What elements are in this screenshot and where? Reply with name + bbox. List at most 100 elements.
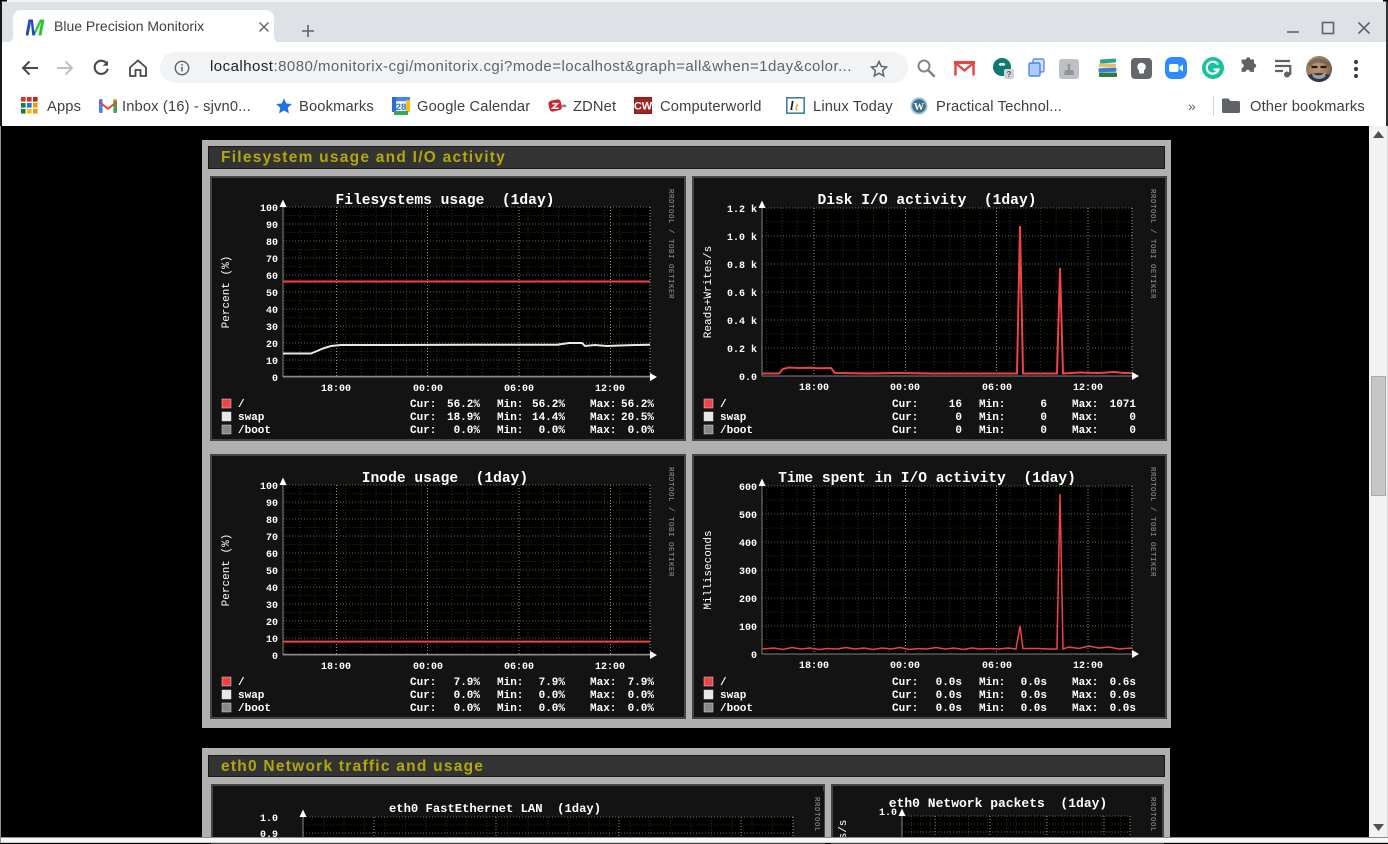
svg-text:Percent (%): Percent (%) [221, 256, 233, 329]
svg-text:0.4 k: 0.4 k [727, 316, 757, 328]
svg-text:0: 0 [751, 651, 757, 662]
svg-text:Cur:: Cur: [892, 690, 918, 702]
svg-text:1.0: 1.0 [260, 814, 278, 825]
svg-text:Max:: Max: [1072, 703, 1098, 714]
svg-text:6: 6 [1040, 399, 1047, 411]
svg-text:Cur:: Cur: [410, 399, 436, 411]
svg-text:06:00: 06:00 [504, 384, 534, 395]
svg-text:0: 0 [272, 652, 278, 663]
svg-text:20.5%: 20.5% [621, 412, 654, 424]
svg-text:Max:: Max: [1072, 412, 1098, 424]
svg-text:18:00: 18:00 [799, 383, 829, 394]
svg-text:Cur:: Cur: [892, 399, 918, 411]
svg-text:Time spent in I/O activity (1: Time spent in I/O activity (1day) [778, 471, 1076, 487]
svg-text:0.0s: 0.0s [1110, 703, 1136, 714]
svg-text:0.6s: 0.6s [1110, 677, 1136, 689]
svg-text:0.0%: 0.0% [628, 703, 655, 714]
svg-text:Cur:: Cur: [892, 677, 918, 689]
svg-text:Min:: Min: [979, 690, 1005, 702]
svg-text:0.0%: 0.0% [454, 690, 481, 702]
svg-text:06:00: 06:00 [982, 383, 1012, 394]
svg-text:90: 90 [266, 499, 278, 510]
svg-text:Max:: Max: [1072, 690, 1098, 702]
svg-text:Min:: Min: [979, 677, 1005, 689]
svg-text:l: l [790, 98, 794, 113]
svg-text:16: 16 [949, 399, 962, 411]
svg-text:0.0%: 0.0% [628, 425, 655, 436]
svg-text:/boot: /boot [238, 703, 271, 714]
svg-text:80: 80 [266, 238, 278, 249]
svg-text:400: 400 [739, 539, 757, 550]
svg-text:0.8 k: 0.8 k [727, 260, 757, 272]
svg-text:RRDTOOL / TOBI OETIKER: RRDTOOL / TOBI OETIKER [812, 797, 820, 839]
svg-text:Min:: Min: [497, 425, 523, 436]
svg-text:30: 30 [266, 323, 278, 334]
svg-text:M: M [26, 18, 45, 38]
svg-text:Min:: Min: [979, 412, 1005, 424]
svg-text:0.0s: 0.0s [1021, 703, 1047, 714]
svg-text:?: ? [1007, 70, 1012, 79]
svg-text:0.0%: 0.0% [539, 690, 566, 702]
svg-text:Cur:: Cur: [410, 677, 436, 689]
svg-text:20: 20 [266, 340, 278, 351]
svg-text:70: 70 [266, 533, 278, 544]
svg-text:40: 40 [266, 306, 278, 317]
svg-text:Max:: Max: [1072, 677, 1098, 689]
svg-text:0.6 k: 0.6 k [727, 288, 757, 300]
svg-text:1.0 k: 1.0 k [727, 232, 757, 244]
svg-text:0.0%: 0.0% [539, 703, 566, 714]
svg-text:Min:: Min: [979, 425, 1005, 436]
svg-text:00:00: 00:00 [890, 383, 920, 394]
svg-text:600: 600 [739, 483, 757, 494]
svg-text:Cur:: Cur: [892, 703, 918, 714]
svg-text:Min:: Min: [497, 399, 523, 411]
svg-text:0: 0 [1040, 425, 1047, 436]
svg-text:Percent (%): Percent (%) [221, 534, 233, 607]
svg-text:56.2%: 56.2% [447, 399, 480, 411]
svg-text:RRDTOOL / TOBI OETIKER: RRDTOOL / TOBI OETIKER [666, 189, 674, 299]
svg-text:14.4%: 14.4% [532, 412, 565, 424]
svg-text:0.0%: 0.0% [454, 703, 481, 714]
svg-text:300: 300 [739, 567, 757, 578]
svg-text:90: 90 [266, 221, 278, 232]
svg-text:0: 0 [272, 374, 278, 385]
svg-text:50: 50 [266, 567, 278, 578]
svg-text:18:00: 18:00 [321, 662, 351, 673]
svg-text:RRDTOOL / TOBI OETIKER: RRDTOOL / TOBI OETIKER [666, 467, 674, 577]
svg-text:500: 500 [739, 511, 757, 522]
svg-text:12:00: 12:00 [595, 384, 625, 395]
svg-text:/: / [238, 399, 245, 411]
svg-text:Cur:: Cur: [410, 690, 436, 702]
svg-text:30: 30 [266, 601, 278, 612]
svg-text:Min:: Min: [979, 399, 1005, 411]
svg-text:28: 28 [396, 102, 407, 113]
svg-text:swap: swap [720, 690, 747, 702]
svg-text:06:00: 06:00 [504, 662, 534, 673]
svg-text:/boot: /boot [238, 425, 271, 436]
svg-text:12:00: 12:00 [1073, 661, 1103, 672]
svg-text:Cur:: Cur: [892, 412, 918, 424]
svg-text:50: 50 [266, 289, 278, 300]
svg-text:W: W [914, 102, 925, 113]
svg-text:0: 0 [955, 425, 962, 436]
svg-text:56.2%: 56.2% [532, 399, 565, 411]
svg-text:eth0 FastEthernet LAN (1day): eth0 FastEthernet LAN (1day) [389, 802, 601, 816]
svg-text:60: 60 [266, 272, 278, 283]
svg-text:18:00: 18:00 [799, 661, 829, 672]
svg-text:/boot: /boot [720, 703, 753, 714]
svg-text:eth0 Network packets (1day): eth0 Network packets (1day) [889, 796, 1107, 811]
svg-text:7.9%: 7.9% [454, 677, 481, 689]
svg-text:12:00: 12:00 [595, 662, 625, 673]
svg-text:0: 0 [1040, 412, 1047, 424]
svg-text:0.0s: 0.0s [936, 690, 962, 702]
svg-text:Inode usage (1day): Inode usage (1day) [362, 471, 528, 487]
svg-text:Disk I/O activity (1day): Disk I/O activity (1day) [818, 193, 1037, 209]
svg-text:00:00: 00:00 [413, 384, 443, 395]
svg-text:100: 100 [739, 623, 757, 634]
svg-text:swap: swap [720, 412, 747, 424]
svg-text:Milliseconds: Milliseconds [703, 530, 715, 609]
svg-text:0: 0 [1129, 425, 1136, 436]
svg-text:60: 60 [266, 550, 278, 561]
svg-text:12:00: 12:00 [1073, 383, 1103, 394]
svg-text:10: 10 [266, 357, 278, 368]
